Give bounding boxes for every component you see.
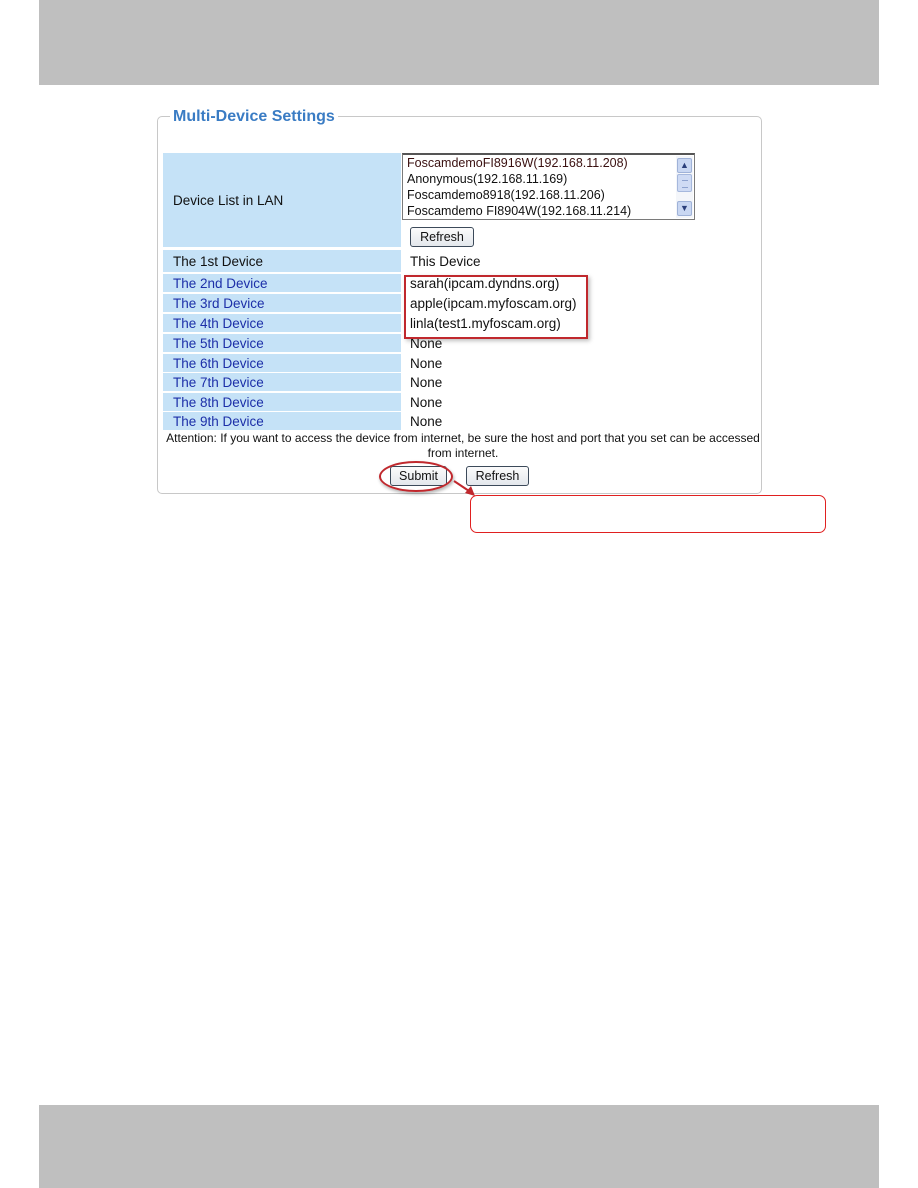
footer-band [39, 1105, 879, 1188]
list-item[interactable]: Foscamdemo8918(192.168.11.206) [403, 187, 694, 203]
panel-title: Multi-Device Settings [170, 106, 338, 128]
device-row: The 8th Device None [163, 393, 756, 411]
scroll-thumb[interactable] [677, 174, 692, 192]
device-link[interactable]: The 8th Device [163, 393, 401, 411]
callout-box [470, 495, 826, 533]
listbox-scrollbar[interactable]: ▲ ▼ [676, 156, 693, 218]
device-row: The 7th Device None [163, 373, 756, 391]
device-link[interactable]: The 2nd Device [163, 274, 401, 292]
header-band [39, 0, 879, 85]
device-row: The 1st Device This Device [163, 250, 756, 272]
highlight-ellipse [379, 461, 453, 492]
device-value: This Device [410, 253, 481, 269]
device-link[interactable]: The 6th Device [163, 354, 401, 372]
device-label: The 1st Device [163, 250, 401, 272]
device-list-listbox[interactable]: FoscamdemoFI8916W(192.168.11.208) Anonym… [402, 153, 695, 220]
device-value: None [410, 355, 443, 371]
device-value: None [410, 374, 443, 390]
scroll-down-icon[interactable]: ▼ [677, 201, 692, 216]
highlight-box [404, 275, 588, 339]
attention-note: Attention: If you want to access the dev… [166, 431, 760, 460]
list-item[interactable]: Anonymous(192.168.11.169) [403, 171, 694, 187]
device-link[interactable]: The 5th Device [163, 334, 401, 352]
refresh-device-list-button[interactable]: Refresh [410, 227, 474, 247]
device-link[interactable]: The 3rd Device [163, 294, 401, 312]
device-row: The 6th Device None [163, 354, 756, 372]
device-link[interactable]: The 9th Device [163, 412, 401, 430]
device-list-label: Device List in LAN [163, 153, 401, 247]
device-row: The 9th Device None [163, 412, 756, 430]
device-link[interactable]: The 4th Device [163, 314, 401, 332]
list-item[interactable]: Foscamdemo FI8904W(192.168.11.214) [403, 203, 694, 219]
device-link[interactable]: The 7th Device [163, 373, 401, 391]
device-value: None [410, 394, 443, 410]
list-item[interactable]: FoscamdemoFI8916W(192.168.11.208) [403, 155, 694, 171]
scroll-up-icon[interactable]: ▲ [677, 158, 692, 173]
device-value: None [410, 413, 443, 429]
